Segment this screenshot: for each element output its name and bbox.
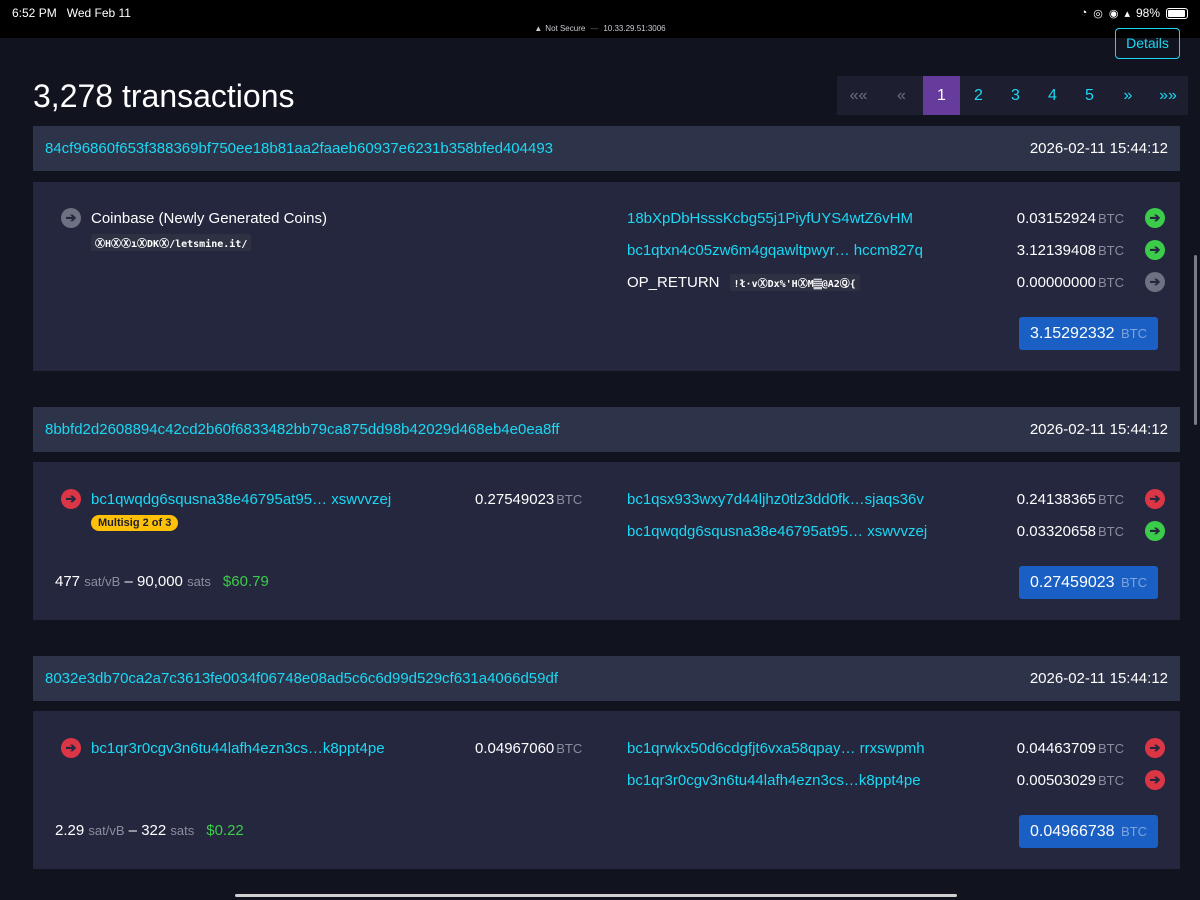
prev-page-button[interactable]: « [880,76,923,115]
tx-input: ➔ bc1qr3r0cgv3n6tu44lafh4ezn3cs…k8ppt4pe [61,738,385,758]
output-amount: 0.03320658 BTC [1016,523,1124,540]
tx-output-op-return: OP_RETURN !ł·vⓍDx%'HⓍM𝄛@A2Ⓠ{ [627,274,860,291]
input-arrow-icon[interactable]: ➔ [61,489,81,509]
tx-output: bc1qsx933wxy7d44ljhz0tlz3dd0fk…sjaqs36v [627,491,924,508]
tx-header: 84cf96860f653f388369bf750ee18b81aa2faaeb… [33,126,1180,171]
tx-hash-link[interactable]: 8bbfd2d2608894c42cd2b60f6833482bb79ca875… [45,421,559,438]
coinbase-label: Coinbase (Newly Generated Coins) [91,209,327,227]
warning-icon: ▲ [534,24,543,33]
tx-output: 18bXpDbHsssKcbg55j1PiyfUYS4wtZ6vHM [627,210,913,227]
output-address-link[interactable]: bc1qr3r0cgv3n6tu44lafh4ezn3cs…k8ppt4pe [627,772,921,789]
output-address-link[interactable]: 18bXpDbHsssKcbg55j1PiyfUYS4wtZ6vHM [627,210,913,227]
tx-total-button[interactable]: 3.15292332 BTC [1019,317,1158,350]
tx-hash-link[interactable]: 84cf96860f653f388369bf750ee18b81aa2faaeb… [45,140,553,157]
fee-info: 477 sat/vB – 90,000 sats $60.79 [55,573,269,590]
tx-output: bc1qr3r0cgv3n6tu44lafh4ezn3cs…k8ppt4pe [627,772,921,789]
input-amount: 0.27549023 BTC [475,491,583,508]
fee-usd: $0.22 [206,822,244,839]
page-3-button[interactable]: 3 [997,76,1034,115]
tx-body: ➔ bc1qr3r0cgv3n6tu44lafh4ezn3cs…k8ppt4pe… [33,711,1180,869]
page-1-button[interactable]: 1 [923,76,960,115]
output-amount: 0.24138365 BTC [1016,491,1124,508]
output-spent-arrow-icon[interactable]: ➔ [1145,208,1165,228]
tx-timestamp: 2026-02-11 15:44:12 [1029,421,1168,438]
tx-output: bc1qwqdg6squsna38e46795at95… xswvvzej [627,523,927,540]
tx-hash-link[interactable]: 8032e3db70ca2a7c3613fe0034f06748e08ad5c6… [45,670,558,687]
page-5-button[interactable]: 5 [1071,76,1108,115]
tx-output: bc1qrwkx50d6cdgfjt6vxa58qpay… rrxswpmh [627,740,925,757]
tx-timestamp: 2026-02-11 15:44:12 [1029,140,1168,157]
tx-timestamp: 2026-02-11 15:44:12 [1029,670,1168,687]
last-page-button[interactable]: »» [1148,76,1188,115]
battery-percent: 98% [1135,6,1160,20]
input-address-link[interactable]: bc1qwqdg6squsna38e46795at95… xswvvzej [91,491,391,508]
output-amount: 0.00000000 BTC [1016,274,1124,291]
address-bar[interactable]: ▲ Not Secure —10.33.29.51:3006 [0,24,1200,33]
fee-info: 2.29 sat/vB – 322 sats $0.22 [55,822,244,839]
output-spent-arrow-icon[interactable]: ➔ [1145,489,1165,509]
output-address-link[interactable]: bc1qrwkx50d6cdgfjt6vxa58qpay… rrxswpmh [627,740,925,757]
status-right: ◔ ◎ ◉ ▴ 98% [1081,6,1188,20]
status-time: 6:52 PM Wed Feb 11 [12,6,131,20]
tx-total-button[interactable]: 0.04966738 BTC [1019,815,1158,848]
input-arrow-icon[interactable]: ➔ [61,738,81,758]
security-label: Not Secure [545,24,586,33]
output-unspendable-arrow-icon: ➔ [1145,272,1165,292]
scrollbar[interactable] [1194,255,1197,425]
output-amount: 0.04463709 BTC [1016,740,1124,757]
page-2-button[interactable]: 2 [960,76,997,115]
output-spent-arrow-icon[interactable]: ➔ [1145,770,1165,790]
fee-usd: $60.79 [222,573,269,590]
tx-input: ➔ bc1qwqdg6squsna38e46795at95… xswvvzej [61,489,391,509]
tx-input: ➔ Coinbase (Newly Generated Coins) [61,208,327,228]
details-button[interactable]: Details [1115,28,1180,59]
battery-icon [1166,7,1188,19]
tx-body: ➔ Coinbase (Newly Generated Coins) ⓍHⓍⓍı… [33,182,1180,371]
output-amount: 0.03152924 BTC [1016,210,1124,227]
first-page-button[interactable]: «« [837,76,880,115]
output-spent-arrow-icon[interactable]: ➔ [1145,738,1165,758]
tx-total-button[interactable]: 0.27459023 BTC [1019,566,1158,599]
tx-output: bc1qtxn4c05zw6m4gqawltpwyr… hccm827q [627,242,923,259]
input-amount: 0.04967060 BTC [475,740,583,757]
input-address-link[interactable]: bc1qr3r0cgv3n6tu44lafh4ezn3cs…k8ppt4pe [91,740,385,757]
output-address-link[interactable]: bc1qwqdg6squsna38e46795at95… xswvvzej [627,523,927,540]
page-title: 3,278 transactions [33,78,295,114]
op-return-label: OP_RETURN [627,274,720,291]
charging-icon: ▴ [1124,7,1130,20]
bell-icon: ◉ [1108,7,1119,20]
arrow-right-icon[interactable]: ➔ [61,208,81,228]
next-page-button[interactable]: » [1108,76,1148,115]
coinbase-script: ⓍHⓍⓍıⓍDKⓍ/letsmine.it/ [91,234,252,251]
op-return-data: !ł·vⓍDx%'HⓍM𝄛@A2Ⓠ{ [729,274,860,291]
lock-rotation-icon: ◎ [1093,7,1103,20]
tx-header: 8032e3db70ca2a7c3613fe0034f06748e08ad5c6… [33,656,1180,701]
output-amount: 3.12139408 BTC [1016,242,1124,259]
multisig-badge: Multisig 2 of 3 [91,515,179,531]
output-address-link[interactable]: bc1qtxn4c05zw6m4gqawltpwyr… hccm827q [627,242,923,259]
status-bar: 6:52 PM Wed Feb 11 ◔ ◎ ◉ ▴ 98% ▲ Not Secu… [0,0,1200,38]
tx-body: ➔ bc1qwqdg6squsna38e46795at95… xswvvzej … [33,462,1180,620]
wifi-icon: ◔ [1080,7,1088,19]
output-amount: 0.00503029 BTC [1016,772,1124,789]
output-spent-arrow-icon[interactable]: ➔ [1145,240,1165,260]
home-indicator[interactable] [235,894,957,897]
output-address-link[interactable]: bc1qsx933wxy7d44ljhz0tlz3dd0fk…sjaqs36v [627,491,924,508]
tx-header: 8bbfd2d2608894c42cd2b60f6833482bb79ca875… [33,407,1180,452]
output-unspent-arrow-icon[interactable]: ➔ [1145,521,1165,541]
pagination: «« « 1 2 3 4 5 » »» [837,76,1188,115]
url-text: 10.33.29.51:3006 [603,24,666,33]
page-4-button[interactable]: 4 [1034,76,1071,115]
